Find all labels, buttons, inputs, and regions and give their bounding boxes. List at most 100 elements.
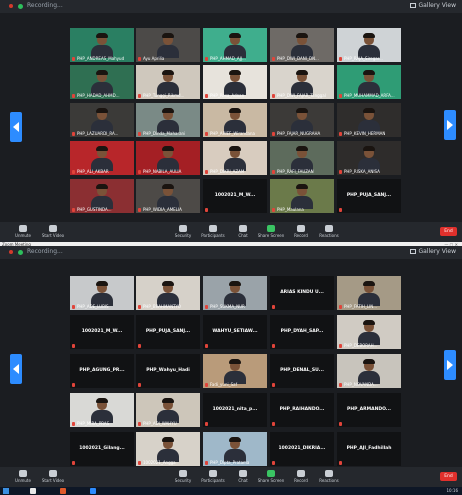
participant-figure — [291, 108, 313, 133]
toolbar-button-record[interactable]: Record — [286, 224, 316, 241]
toolbar-button-mic-muted[interactable]: Unmute — [8, 469, 38, 486]
participant-tile[interactable]: PHP_RAJA_Siregar... — [337, 28, 401, 62]
toolbar-button-share-screen[interactable]: Share Screen — [256, 469, 286, 486]
participant-tile[interactable]: Ayu Aprilia — [136, 28, 200, 62]
browser-icon[interactable] — [60, 488, 66, 494]
muted-mic-icon — [339, 305, 342, 309]
participant-tile[interactable]: 1002021_Gilang... — [70, 432, 134, 466]
participant-tile[interactable]: PHP_Resa_Adnan — [203, 65, 267, 99]
participant-tile[interactable]: PHP_DWI_FAJAR_Tanggal — [270, 65, 334, 99]
meeting-header-bar: Recording... Gallery View — [0, 246, 462, 259]
participant-figure — [157, 398, 179, 423]
participant-tile[interactable]: PHP_RAIHANDO... — [270, 393, 334, 427]
participant-tile[interactable]: PHP_ADI_WAHYU — [136, 393, 200, 427]
security-shield-icon[interactable] — [18, 250, 23, 255]
toolbar-button-chat[interactable]: Chat — [228, 224, 258, 241]
participant-tile[interactable]: PHP_RISKA_ANISA — [337, 141, 401, 175]
participant-tile[interactable]: 1002021_Angga — [136, 432, 200, 466]
participant-tile[interactable]: PHP_FATIH_LIN... — [337, 276, 401, 310]
toolbar-button-record[interactable]: Record — [286, 469, 316, 486]
video-off-icon — [49, 225, 57, 232]
participant-name: PHP_DWI_FAJAR_Tanggal — [277, 93, 326, 98]
participant-tile[interactable]: PHP_AGUNG_PR... — [70, 354, 134, 388]
participant-tile[interactable]: PHP_AHMAD_AJJ... — [203, 28, 267, 62]
next-page-button[interactable] — [444, 350, 456, 380]
participant-tile[interactable]: WAHYU_SETIAW... — [203, 315, 267, 349]
participant-tile[interactable]: PHP_Dipta_Pratama — [203, 432, 267, 466]
participant-name: PHP_Dinda_Maharani — [143, 131, 186, 136]
participant-tile[interactable]: PHP_ARIEF_Wirandana — [203, 103, 267, 137]
previous-page-button[interactable] — [10, 354, 22, 384]
toolbar-button-share-screen[interactable]: Share Screen — [256, 224, 286, 241]
participant-tile[interactable]: PHP_MUHAMMAD_ARFA... — [337, 65, 401, 99]
toolbar-button-video-off[interactable]: Start Video — [38, 224, 68, 241]
participant-name: PHP_MUHAMMAD_ARFA... — [344, 93, 395, 98]
participant-figure — [157, 437, 179, 462]
participant-tile[interactable]: PHP_Wahyu_Hadi — [136, 354, 200, 388]
participant-tile[interactable]: PHP_AJI_Fadhillah — [337, 432, 401, 466]
participant-tile[interactable]: 1002021_DIKRIA... — [270, 432, 334, 466]
participant-tile[interactable]: PHP_Dinda_Maharani — [136, 103, 200, 137]
end-meeting-button[interactable]: End — [440, 472, 457, 481]
participant-name: 1002021_nita_p... — [212, 407, 258, 412]
participant-figure — [224, 359, 246, 384]
participant-figure — [157, 33, 179, 58]
participant-tile[interactable]: PHP_WIDIA_AMELIA — [136, 179, 200, 213]
muted-mic-icon — [205, 132, 208, 136]
toolbar-button-chat[interactable]: Chat — [228, 469, 258, 486]
next-page-button[interactable] — [444, 110, 456, 140]
participant-tile[interactable]: PHP_MIRA_PRAS — [70, 393, 134, 427]
participant-tile[interactable]: PHP_PUJA_SANJ... — [337, 179, 401, 213]
participant-tile[interactable]: PHP_FAJAR_NUGRAHA — [270, 103, 334, 137]
participant-name: Ayu Aprilia — [143, 56, 165, 61]
participant-tile[interactable]: PHP_DWI_DANI_DN... — [270, 28, 334, 62]
participant-tile[interactable]: PHP_ALI_AKBAR — [70, 141, 134, 175]
participant-tile[interactable]: PHP_GUSTINDA... — [70, 179, 134, 213]
participant-tile[interactable]: ARIAS KINDU U... — [270, 276, 334, 310]
toolbar-button-participants[interactable]: Participants — [198, 224, 228, 241]
participant-tile[interactable]: PHP_HADAD_AHMD... — [70, 65, 134, 99]
end-meeting-button[interactable]: End — [440, 227, 457, 236]
toolbar-button-label: Share Screen — [257, 478, 285, 483]
participant-tile[interactable]: PHP_PUJA_SANJ... — [136, 315, 200, 349]
toolbar-button-participants[interactable]: Participants — [198, 469, 228, 486]
participant-tile[interactable]: 1002021_M_W... — [203, 179, 267, 213]
participant-tile[interactable]: PHP_SUKMA_NUR — [203, 276, 267, 310]
participant-tile[interactable]: PHP_KEVIN_HERMAN — [337, 103, 401, 137]
participant-figure — [157, 146, 179, 171]
participant-tile[interactable]: 1002021_M_W... — [70, 315, 134, 349]
start-menu-icon[interactable] — [3, 488, 9, 494]
participant-tile[interactable]: PHP_ANDREAS_Mahyud — [70, 28, 134, 62]
search-icon[interactable] — [30, 488, 36, 494]
participant-tile[interactable]: PHP_NABILA_AULIA — [136, 141, 200, 175]
toolbar-button-video-off[interactable]: Start Video — [38, 469, 68, 486]
participant-tile[interactable]: PHP_Tunggi_Rikmd... — [136, 65, 200, 99]
toolbar-button-shield[interactable]: Security — [168, 469, 198, 486]
gallery-view-button[interactable]: Gallery View — [410, 248, 456, 255]
security-shield-icon[interactable] — [18, 4, 23, 9]
participant-tile[interactable]: PHP_DIKRI_AZAM — [203, 141, 267, 175]
participant-tile[interactable]: PHP_DEBORAH... — [337, 315, 401, 349]
gallery-view-button[interactable]: Gallery View — [410, 2, 456, 9]
participant-figure — [291, 184, 313, 209]
participant-name: PHP_ARMANDO... — [347, 407, 391, 412]
participant-name: PHP_DEBORAH... — [344, 343, 378, 348]
toolbar-button-mic-muted[interactable]: Unmute — [8, 224, 38, 241]
participant-tile[interactable]: PHP_ARMANDO... — [337, 393, 401, 427]
participant-tile[interactable]: PHP_Maulana — [270, 179, 334, 213]
participant-tile[interactable]: PHP_DYAH_SAP... — [270, 315, 334, 349]
participant-tile[interactable]: PHP_BRAHMANTYO — [136, 276, 200, 310]
previous-page-button[interactable] — [10, 112, 22, 142]
participant-tile[interactable]: PHP_RAFI_FAUZAN — [270, 141, 334, 175]
participant-tile[interactable]: Fadi_yuni_Saf — [203, 354, 267, 388]
participant-tile[interactable]: PHP_NOVANDA... — [337, 354, 401, 388]
muted-mic-icon — [339, 422, 342, 426]
participant-tile[interactable]: PHP_LAZUARDI_RA... — [70, 103, 134, 137]
zoom-app-icon[interactable] — [90, 488, 96, 494]
participant-tile[interactable]: PHP_DENAL_SU... — [270, 354, 334, 388]
participant-tile[interactable]: PHP_ADE_LUBIS — [70, 276, 134, 310]
participant-tile[interactable]: 1002021_nita_p... — [203, 393, 267, 427]
toolbar-button-shield[interactable]: Security — [168, 224, 198, 241]
toolbar-button-reactions[interactable]: Reactions — [314, 224, 344, 241]
toolbar-button-reactions[interactable]: Reactions — [314, 469, 344, 486]
